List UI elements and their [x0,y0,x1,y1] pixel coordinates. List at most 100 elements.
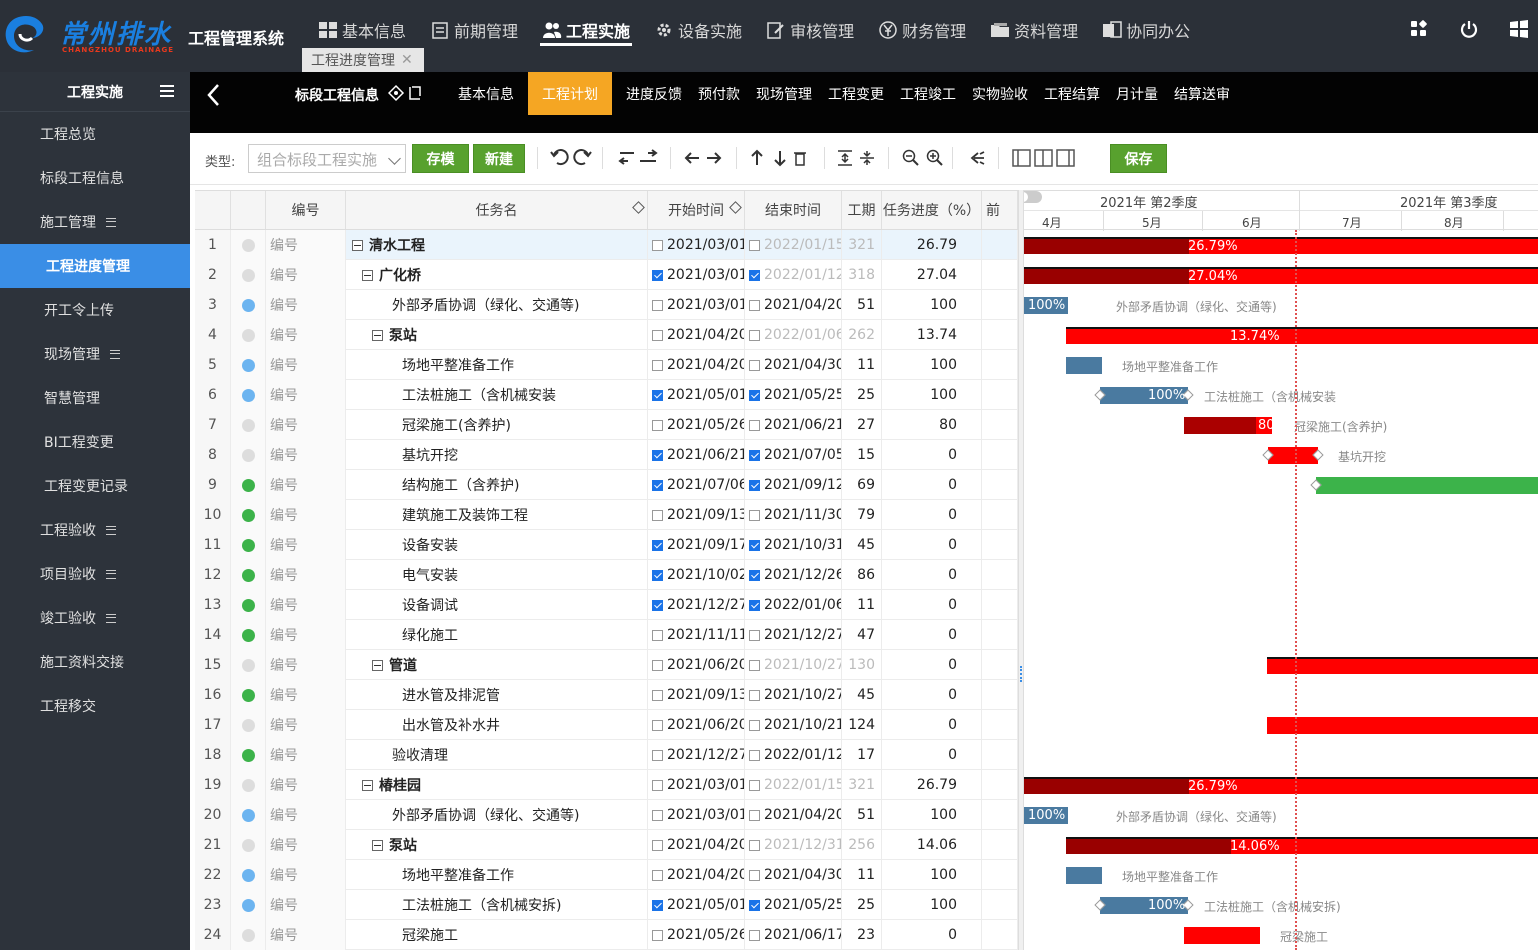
task-name-cell[interactable]: 绿化施工 [346,620,648,650]
progress-cell[interactable]: 26.79 [882,230,982,260]
code-cell[interactable]: 编号 [266,620,346,650]
expand-collapse-icon[interactable] [836,149,876,167]
end-checkbox[interactable] [749,359,760,371]
gantt-bar[interactable] [1316,477,1538,494]
start-date-cell[interactable]: 2021/06/20 [648,710,745,740]
progress-cell[interactable]: 100 [882,290,982,320]
start-date-cell[interactable]: 2021/04/20 [648,830,745,860]
end-checkbox[interactable] [749,509,760,521]
col-pred-header[interactable]: 前 [982,191,1018,229]
duration-cell[interactable]: 130 [842,650,882,680]
start-date-cell[interactable]: 2021/09/13 [648,680,745,710]
predecessor-cell[interactable] [982,530,1018,560]
start-date-cell[interactable]: 2021/07/06 [648,470,745,500]
task-name-cell[interactable]: 建筑施工及装饰工程 [346,500,648,530]
end-checkbox[interactable] [749,779,760,791]
progress-cell[interactable]: 26.79 [882,770,982,800]
table-row[interactable]: 19 编号 椿桂园 2021/03/01 2022/01/15 321 26.79 [195,770,1018,800]
table-row[interactable]: 20 编号 外部矛盾协调（绿化、交通等) 2021/03/01 2021/04/20 51… [195,800,1018,830]
end-date-cell[interactable]: 2021/04/30 [745,350,842,380]
task-name-cell[interactable]: 进水管及排泥管 [346,680,648,710]
tab-9[interactable]: 月计量 [1108,72,1166,115]
undo-redo-icon[interactable] [550,149,592,167]
col-start-header[interactable]: 开始时间 [648,191,745,229]
sidebar-item-8[interactable]: 工程变更记录 [0,464,190,508]
duration-cell[interactable]: 124 [842,710,882,740]
windows-icon[interactable] [1508,18,1530,40]
end-checkbox[interactable] [749,239,760,251]
start-checkbox[interactable] [652,299,663,311]
topnav-item-4[interactable]: 审核管理 [754,0,866,60]
start-date-cell[interactable]: 2021/03/01 [648,230,745,260]
task-name-cell[interactable]: 基坑开挖 [346,440,648,470]
progress-cell[interactable]: 0 [882,500,982,530]
task-name-cell[interactable]: 管道 [346,650,648,680]
end-date-cell[interactable]: 2021/04/20 [745,290,842,320]
scroller-knob-icon[interactable] [1024,192,1028,202]
gantt-bar[interactable]: 100% [1100,897,1188,914]
end-date-cell[interactable]: 2022/01/15 [745,770,842,800]
code-cell[interactable]: 编号 [266,890,346,920]
code-cell[interactable]: 编号 [266,740,346,770]
tab-0[interactable]: 基本信息 [450,72,522,115]
sidebar-item-4[interactable]: 开工令上传 [0,288,190,332]
duration-cell[interactable]: 86 [842,560,882,590]
duration-cell[interactable]: 262 [842,320,882,350]
table-row[interactable]: 9 编号 结构施工（含养护) 2021/07/06 2021/09/12 69 0 [195,470,1018,500]
task-name-cell[interactable]: 泵站 [346,830,648,860]
table-row[interactable]: 21 编号 泵站 2021/04/20 2021/12/31 256 14.06 [195,830,1018,860]
start-checkbox[interactable] [652,389,663,401]
start-date-cell[interactable]: 2021/12/27 [648,740,745,770]
progress-cell[interactable]: 100 [882,800,982,830]
progress-cell[interactable]: 0 [882,650,982,680]
timeline-scroller[interactable] [1024,191,1042,203]
duration-cell[interactable]: 45 [842,530,882,560]
gantt-bar[interactable] [1184,927,1260,944]
gantt-bar[interactable] [1066,357,1102,374]
sidebar-item-1[interactable]: 标段工程信息 [0,156,190,200]
duration-cell[interactable]: 17 [842,740,882,770]
predecessor-cell[interactable] [982,710,1018,740]
end-date-cell[interactable]: 2021/12/31 [745,830,842,860]
progress-cell[interactable]: 100 [882,860,982,890]
code-cell[interactable]: 编号 [266,650,346,680]
task-name-cell[interactable]: 外部矛盾协调（绿化、交通等) [346,800,648,830]
start-date-cell[interactable]: 2021/03/01 [648,800,745,830]
tab-7[interactable]: 实物验收 [964,72,1036,115]
start-checkbox[interactable] [652,749,663,761]
start-checkbox[interactable] [652,419,663,431]
progress-cell[interactable]: 100 [882,890,982,920]
progress-cell[interactable]: 100 [882,380,982,410]
code-cell[interactable]: 编号 [266,260,346,290]
end-date-cell[interactable]: 2021/10/31 [745,530,842,560]
type-select[interactable]: 组合标段工程实施 [248,144,406,173]
start-date-cell[interactable]: 2021/05/01 [648,890,745,920]
duration-cell[interactable]: 69 [842,470,882,500]
gantt-bar[interactable] [1268,447,1318,464]
table-row[interactable]: 6 编号 工法桩施工（含机械安装 2021/05/01 2021/05/25 25 100 [195,380,1018,410]
table-row[interactable]: 15 编号 管道 2021/06/20 2021/10/27 130 0 [195,650,1018,680]
link-icon[interactable] [966,149,986,167]
sidebar-item-6[interactable]: 智慧管理 [0,376,190,420]
start-date-cell[interactable]: 2021/12/27 [648,590,745,620]
start-checkbox[interactable] [652,569,663,581]
task-name-cell[interactable]: 结构施工（含养护) [346,470,648,500]
end-checkbox[interactable] [749,269,760,281]
app-logo[interactable]: 常州排水 CHANGZHOU DRAINAGE 工程管理系统 [0,8,300,58]
end-date-cell[interactable]: 2021/09/12 [745,470,842,500]
code-cell[interactable]: 编号 [266,290,346,320]
tab-1[interactable]: 工程计划 [528,72,612,115]
predecessor-cell[interactable] [982,470,1018,500]
start-checkbox[interactable] [652,599,663,611]
topnav-item-5[interactable]: 财务管理 [866,0,978,60]
task-name-cell[interactable]: 冠梁施工(含养护) [346,410,648,440]
tab-10[interactable]: 结算送审 [1166,72,1238,115]
task-name-cell[interactable]: 清水工程 [346,230,648,260]
end-checkbox[interactable] [749,869,760,881]
predecessor-cell[interactable] [982,830,1018,860]
submenu-icon[interactable] [110,349,120,359]
end-checkbox[interactable] [749,449,760,461]
table-row[interactable]: 2 编号 广化桥 2021/03/01 2022/01/12 318 27.04 [195,260,1018,290]
move-left-right-icon[interactable] [683,149,723,167]
end-checkbox[interactable] [749,719,760,731]
